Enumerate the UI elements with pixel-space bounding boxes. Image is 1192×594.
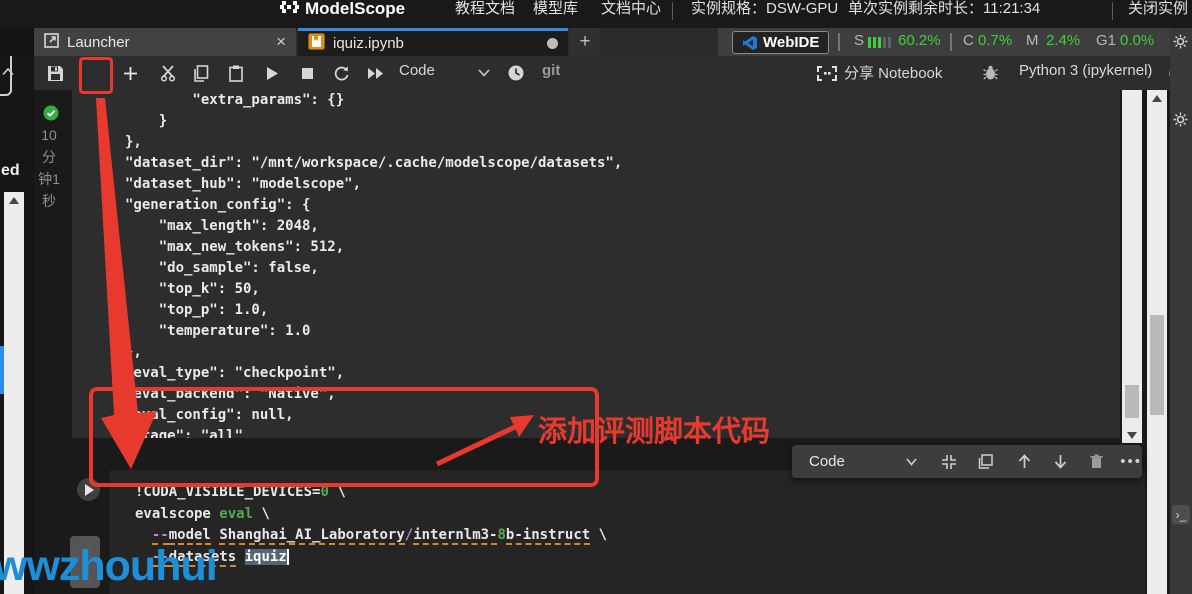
webide-button[interactable]: WebIDE — [732, 31, 830, 54]
tab-launcher[interactable]: Launcher × — [34, 28, 296, 56]
resource-status-panel: WebIDE S 60.2% C 0.7% M 2.4% G1 0.0% — [718, 28, 1170, 56]
header-divider — [1112, 2, 1113, 20]
gpu-value: 0.0% — [1120, 32, 1155, 49]
watermark-text: wwzhouhui — [0, 542, 218, 590]
cpu-label: C — [963, 32, 974, 49]
share-notebook-button[interactable]: 分享 Notebook — [844, 62, 942, 83]
more-options-icon[interactable]: ••• — [1120, 451, 1142, 473]
notebook-scrollbar[interactable] — [1147, 90, 1167, 594]
status-divider — [950, 33, 952, 51]
annotation-label: 添加评测脚本代码 — [538, 416, 771, 448]
top-header-bar: ModelScope 教程文档 模型库 文档中心 实例规格：DSW-GPU 单次… — [0, 0, 1192, 28]
cpu-value: 0.7% — [978, 32, 1013, 49]
duplicate-cell-icon[interactable] — [976, 451, 996, 473]
debugger-bug-icon[interactable] — [978, 61, 1002, 85]
cell-type-dropdown[interactable]: Code — [809, 453, 845, 470]
notebook-file-icon — [308, 33, 325, 54]
meter-bar — [878, 37, 881, 48]
tab-bar-left-gap — [0, 28, 34, 56]
webide-logo-icon — [743, 35, 757, 50]
annotation-code-box — [89, 387, 599, 487]
expand-panel-button[interactable]: ›_ — [1172, 505, 1190, 524]
restart-run-all-button[interactable] — [364, 61, 388, 85]
memory-value: 2.4% — [1046, 32, 1081, 49]
right-edge-strip: ›_ — [1170, 28, 1192, 594]
left-side-panel: ed — [0, 50, 34, 594]
history-clock-icon[interactable] — [504, 61, 528, 85]
kernel-name-button[interactable]: Python 3 (ipykernel) — [1019, 62, 1152, 79]
dsw-webide-screen: ModelScope 教程文档 模型库 文档中心 实例规格：DSW-GPU 单次… — [0, 0, 1192, 594]
memory-label: M — [1026, 32, 1039, 49]
collapse-cell-icon[interactable] — [939, 451, 959, 473]
add-cell-button[interactable] — [118, 61, 142, 85]
save-button[interactable] — [43, 61, 67, 85]
cell-hover-toolbar: Code ••• — [792, 445, 1142, 478]
meter-bar — [873, 37, 876, 48]
nav-tutorial-docs[interactable]: 教程文档 — [455, 0, 515, 21]
copy-cell-button[interactable] — [189, 61, 213, 85]
meter-bar — [868, 37, 871, 48]
chevron-down-icon[interactable] — [901, 451, 921, 473]
tab-notebook-label: iquiz.ipynb — [333, 35, 404, 52]
chevron-down-icon[interactable] — [472, 61, 496, 85]
tab-bar: Launcher × iquiz.ipynb + WebIDE S 60.2% … — [0, 28, 1192, 56]
new-tab-button[interactable]: + — [570, 28, 600, 56]
instance-time-left-label: 单次实例剩余时长：11:21:34 — [848, 0, 1041, 17]
clipped-panel-label: ed — [1, 162, 20, 179]
launcher-icon — [44, 32, 59, 52]
code-line[interactable]: --model Shanghai_AI_Laboratory/internlm3… — [135, 525, 1145, 547]
delete-cell-trash-icon[interactable] — [1086, 451, 1106, 473]
gpu-label: G1 — [1096, 32, 1117, 49]
cut-cell-button[interactable] — [156, 61, 180, 85]
storage-label: S — [854, 32, 865, 49]
share-brackets-icon — [814, 61, 840, 85]
code-line[interactable]: evalscope eval \ — [135, 504, 1145, 526]
tab-launcher-label: Launcher — [67, 33, 130, 51]
tab-notebook-active[interactable]: iquiz.ipynb — [298, 28, 568, 56]
output-scrollbar[interactable] — [1122, 90, 1142, 443]
move-cell-up-icon[interactable] — [1014, 451, 1034, 473]
cell-type-dropdown[interactable]: Code — [399, 62, 435, 79]
file-panel-scrollbar[interactable] — [4, 192, 24, 594]
code-line[interactable]: --datasets iquiz — [135, 547, 1145, 569]
nav-model-hub[interactable]: 模型库 — [533, 0, 578, 21]
meter-bar — [888, 37, 891, 48]
instance-spec-label: 实例规格：DSW-GPU — [691, 0, 839, 17]
meter-bar — [883, 37, 886, 48]
git-button[interactable]: git — [542, 62, 560, 79]
move-cell-down-icon[interactable] — [1050, 451, 1070, 473]
cell-output-area[interactable]: "extra_params": {} } }, "dataset_dir": "… — [72, 90, 1120, 438]
cell-success-check-icon — [43, 105, 59, 126]
annotation-highlight-box — [79, 57, 113, 94]
cell-execution-time: 10 分 钟1 秒 — [38, 127, 60, 209]
config-json-output: "extra_params": {} } }, "dataset_dir": "… — [125, 92, 623, 438]
tab-close-icon[interactable]: × — [276, 33, 286, 50]
run-cell-button[interactable] — [260, 61, 284, 85]
gear-icon[interactable] — [1173, 112, 1188, 132]
storage-value: 60.2% — [898, 32, 941, 49]
notebook-content-area: 10 分 钟1 秒 "extra_params": {} } }, "datas… — [34, 90, 1170, 594]
unsaved-dot-icon — [547, 38, 558, 49]
restart-kernel-button[interactable] — [329, 61, 353, 85]
nav-doc-center[interactable]: 文档中心 — [601, 0, 661, 21]
gear-icon[interactable] — [1173, 34, 1188, 54]
status-divider — [838, 33, 840, 51]
storage-meter — [868, 37, 891, 48]
modelscope-logo-text: ModelScope — [305, 0, 406, 18]
notebook-toolbar: Code git 分享 Notebook Python 3 (ipykernel… — [34, 56, 1187, 90]
stop-kernel-button[interactable] — [295, 61, 319, 85]
close-instance-button[interactable]: 关闭实例 — [1128, 0, 1188, 21]
collapsed-panel-button[interactable] — [0, 50, 14, 96]
header-divider — [672, 2, 673, 20]
selection-indicator-strip — [0, 346, 4, 394]
paste-cell-button[interactable] — [224, 61, 248, 85]
code-cell-editor[interactable]: !CUDA_VISIBLE_DEVICES=0 \ evalscope eval … — [110, 470, 1145, 594]
modelscope-logo-icon — [280, 0, 299, 21]
